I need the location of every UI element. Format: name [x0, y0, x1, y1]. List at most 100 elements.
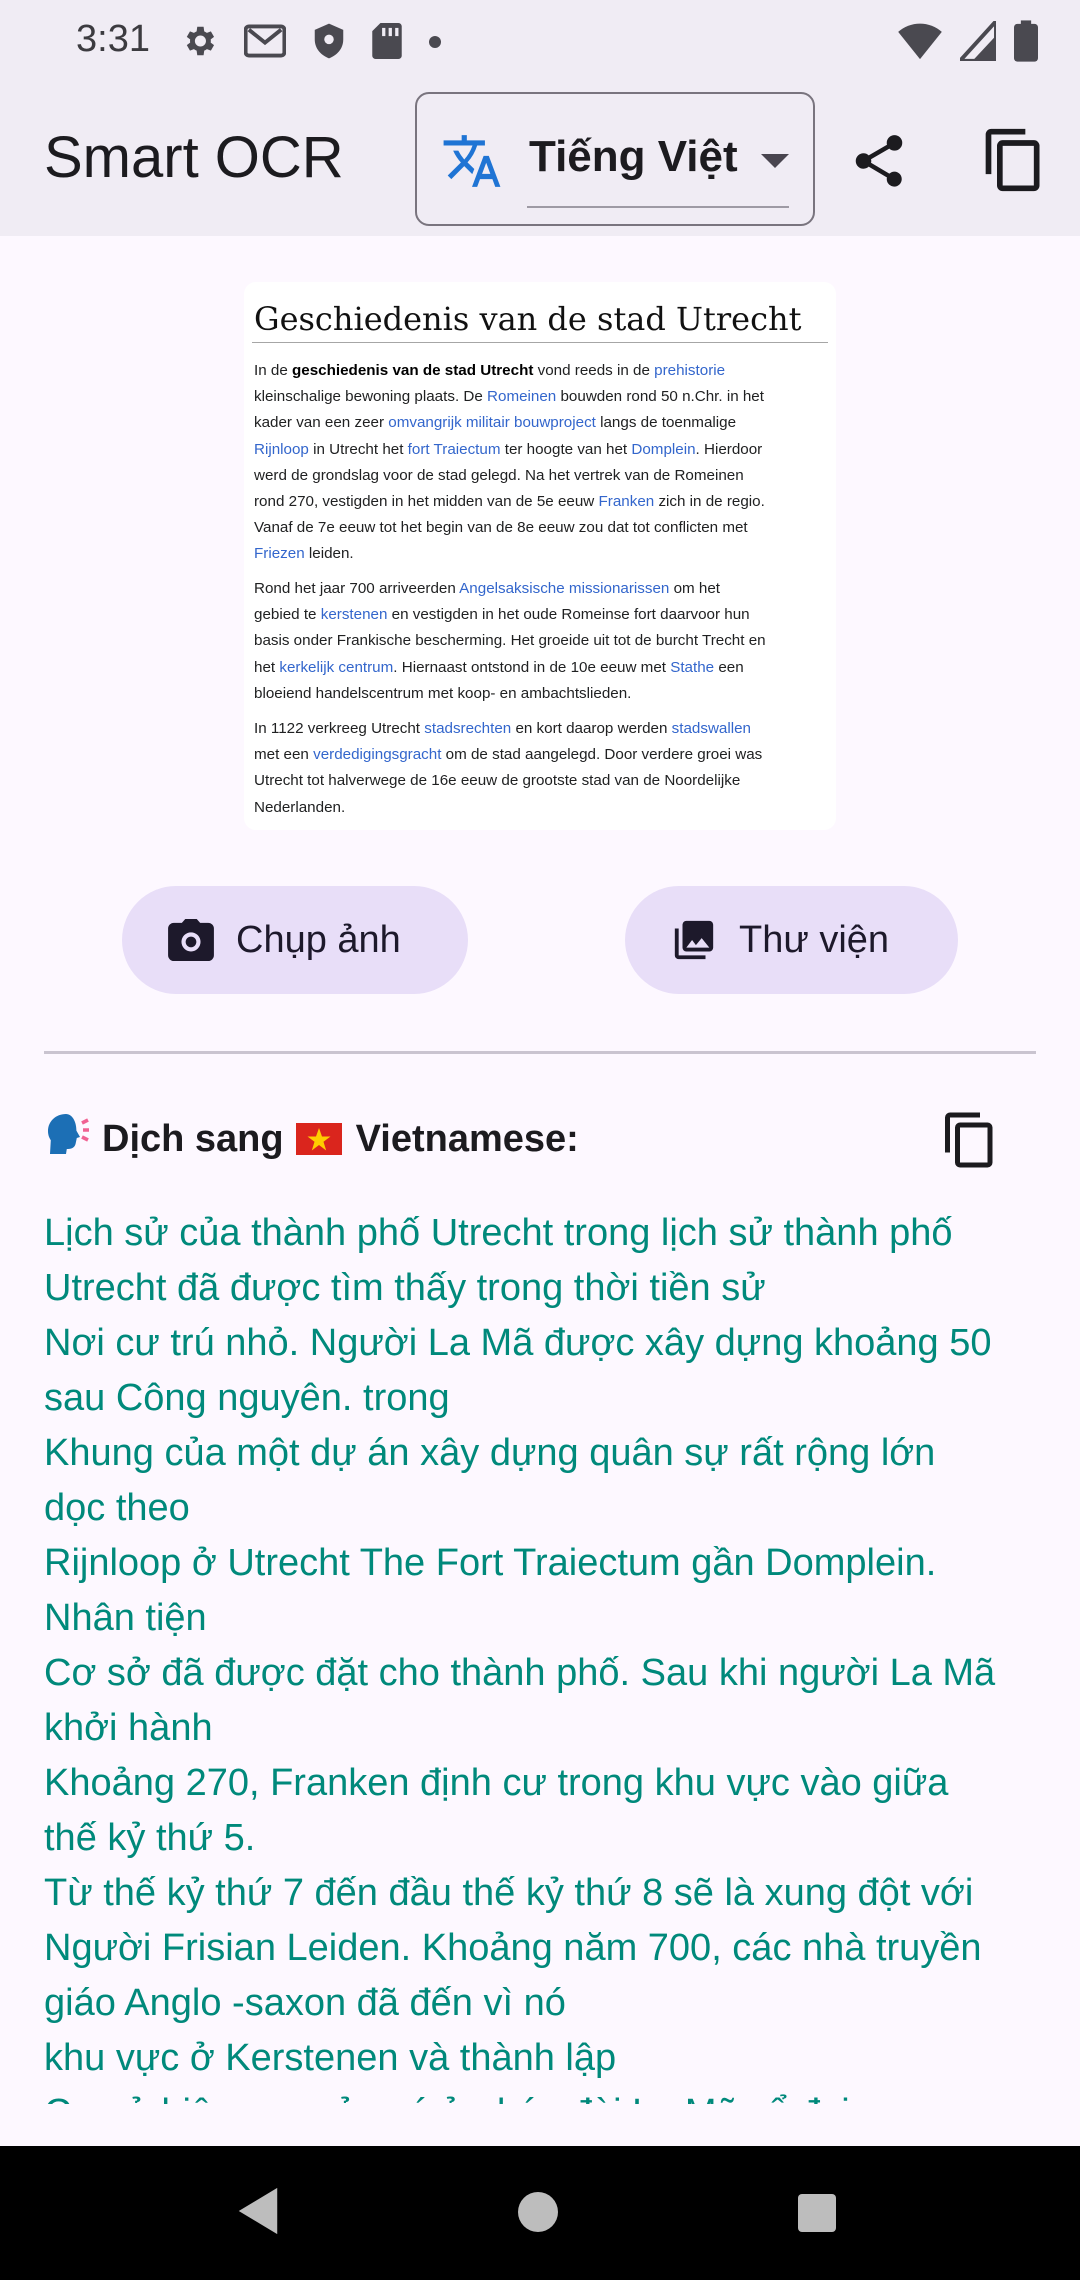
source-text: basis onder Frankische bescherming. Het … — [254, 632, 766, 650]
source-text: zich in de regio. — [654, 493, 765, 511]
source-text: ter hoogte van het — [500, 440, 632, 458]
copy-icon[interactable] — [980, 126, 1048, 198]
sd-card-icon — [372, 23, 402, 63]
status-time: 3:31 — [76, 18, 150, 60]
source-line: Nederlanden. — [254, 795, 762, 821]
gallery-button[interactable]: Thư viện — [625, 886, 958, 994]
source-text: in Utrecht het — [308, 440, 408, 458]
status-left-icons — [180, 22, 442, 64]
source-link: Domplein — [631, 440, 696, 458]
source-paragraph: In de geschiedenis van de stad Utrecht v… — [254, 358, 765, 568]
translation-header-prefix: Dịch sang — [102, 1117, 284, 1160]
translation-line: giáo Anglo -saxon đã đến vì nó — [44, 1982, 566, 2024]
home-icon[interactable] — [518, 2192, 558, 2232]
divider — [44, 1051, 1036, 1054]
translation-line: Khoảng 270, Franken định cư trong khu vự… — [44, 1762, 949, 1804]
translation-line: Lịch sử của thành phố Utrecht trong lịch… — [44, 1212, 953, 1254]
source-text: kleinschalige bewoning plaats. De — [254, 388, 488, 406]
navigation-bar — [0, 2146, 1080, 2280]
recents-icon[interactable] — [798, 2194, 836, 2232]
source-line: rond 270, vestigden in het midden van de… — [254, 489, 765, 515]
source-link: Stathe — [670, 658, 715, 676]
source-paragraph: Rond het jaar 700 arriveerden Angelsaksi… — [254, 576, 766, 707]
source-link: stadsrechten — [424, 720, 512, 737]
translation-line: Rijnloop ở Utrecht The Fort Traiectum gầ… — [44, 1542, 937, 1584]
source-link: kerstenen — [320, 606, 388, 624]
source-text: een — [714, 658, 744, 676]
translation-line: Cơ sở đã được đặt cho thành phố. Sau khi… — [44, 1652, 996, 1694]
translation-header-language: Vietnamese: — [355, 1117, 579, 1160]
camera-button-label: Chụp ảnh — [236, 918, 401, 961]
source-link: stadswallen — [671, 720, 751, 737]
status-right-icons — [898, 16, 1038, 66]
source-text: Utrecht — [480, 362, 534, 379]
translation-line: Cơ sở hiện nay của nó ở pháo đài La Mã c… — [44, 2086, 1044, 2104]
translation-text[interactable]: Lịch sử của thành phố Utrecht trong lịch… — [44, 1206, 1044, 2104]
translation-line: Nơi cư trú nhỏ. Người La Mã được xây dựn… — [44, 1322, 992, 1364]
source-link: fort Traiectum — [407, 440, 501, 458]
translation-line: Người Frisian Leiden. Khoảng năm 700, cá… — [44, 1927, 982, 1969]
source-link: Rijnloop — [254, 440, 309, 458]
status-bar: 3:31 — [0, 0, 1080, 88]
source-image-title: Geschiedenis van de stad Utrecht — [254, 300, 802, 338]
source-link: omvangrijk militair bouwproject — [388, 414, 596, 432]
app-title: Smart OCR — [44, 125, 344, 190]
source-link: verdedigingsgracht — [313, 746, 442, 764]
language-select-underline — [527, 206, 789, 208]
source-text: leiden. — [304, 545, 354, 563]
source-line: bloeiend handelscentrum met koop- en amb… — [254, 681, 766, 707]
notification-dot-icon — [428, 34, 442, 53]
translation-line: sau Công nguyên. trong — [44, 1377, 450, 1419]
source-line: Rond het jaar 700 arriveerden Angelsaksi… — [254, 576, 766, 602]
share-icon[interactable] — [848, 130, 910, 196]
translation-line: Khung của một dự án xây dựng quân sự rất… — [44, 1432, 936, 1474]
source-line: gebied te kerstenen en vestigden in het … — [254, 602, 766, 628]
translation-line: khu vực ở Kerstenen và thành lập — [44, 2037, 617, 2079]
source-text: en vestigden in het oude Romeinse fort d… — [387, 606, 750, 624]
source-text: In 1122 verkreeg Utrecht — [254, 720, 425, 737]
translation-line: thế kỷ thứ 5. — [44, 1817, 256, 1859]
back-icon[interactable] — [236, 2186, 280, 2240]
source-line: basis onder Frankische bescherming. Het … — [254, 628, 766, 654]
wifi-icon — [898, 21, 942, 65]
source-text: en kort daarop werden — [511, 720, 672, 737]
battery-icon — [1014, 20, 1038, 66]
source-text: Nederlanden. — [254, 798, 346, 816]
camera-button[interactable]: Chụp ảnh — [122, 886, 468, 994]
source-link: Angelsaksische missionarissen — [459, 580, 670, 597]
translation-line: khởi hành — [44, 1707, 213, 1749]
source-text: met een — [254, 746, 314, 764]
source-image[interactable]: Geschiedenis van de stad Utrecht In de g… — [244, 282, 836, 830]
copy-translation-icon[interactable] — [940, 1108, 1000, 1176]
translation-line: dọc theo — [44, 1487, 190, 1529]
source-text: geschiedenis van de stad — [292, 362, 481, 379]
source-text: gebied te — [254, 606, 321, 624]
source-link: Romeinen — [487, 388, 557, 406]
language-select[interactable]: Tiếng Việt — [415, 92, 815, 226]
camera-icon — [168, 919, 214, 961]
source-text: langs de toenmalige — [595, 414, 737, 432]
app-bar: Smart OCR Tiếng Việt — [0, 88, 1080, 236]
source-image-rule — [252, 342, 828, 343]
translation-line: Từ thế kỷ thứ 7 đến đầu thế kỷ thứ 8 sẽ … — [44, 1872, 974, 1914]
translation-line: Nhân tiện — [44, 1597, 207, 1639]
source-text: het — [254, 658, 280, 676]
source-line: kleinschalige bewoning plaats. De Romein… — [254, 384, 765, 410]
shield-icon — [312, 22, 346, 64]
source-line: het kerkelijk centrum. Hiernaast ontston… — [254, 655, 766, 681]
source-text: In de — [254, 362, 292, 379]
source-text: kader van een zeer — [254, 414, 389, 432]
translation-line: Utrecht đã được tìm thấy trong thời tiền… — [44, 1267, 766, 1309]
source-text: om de stad aangelegd. Door verdere groei… — [441, 746, 763, 764]
settings-icon — [180, 22, 218, 64]
source-text: rond 270, vestigden in het midden van de… — [254, 493, 599, 511]
dropdown-arrow-icon — [759, 152, 791, 174]
source-line: werd de grondslag voor de stad gelegd. N… — [254, 463, 765, 489]
source-text: werd de grondslag voor de stad gelegd. N… — [254, 466, 744, 484]
source-line: Friezen leiden. — [254, 541, 765, 567]
translate-icon — [441, 130, 503, 196]
source-text: . Hierdoor — [695, 440, 763, 458]
vietnam-flag-icon — [295, 1123, 342, 1155]
source-text: . Hiernaast ontstond in de 10e eeuw met — [393, 658, 671, 676]
source-line: In de geschiedenis van de stad Utrecht v… — [254, 358, 765, 384]
